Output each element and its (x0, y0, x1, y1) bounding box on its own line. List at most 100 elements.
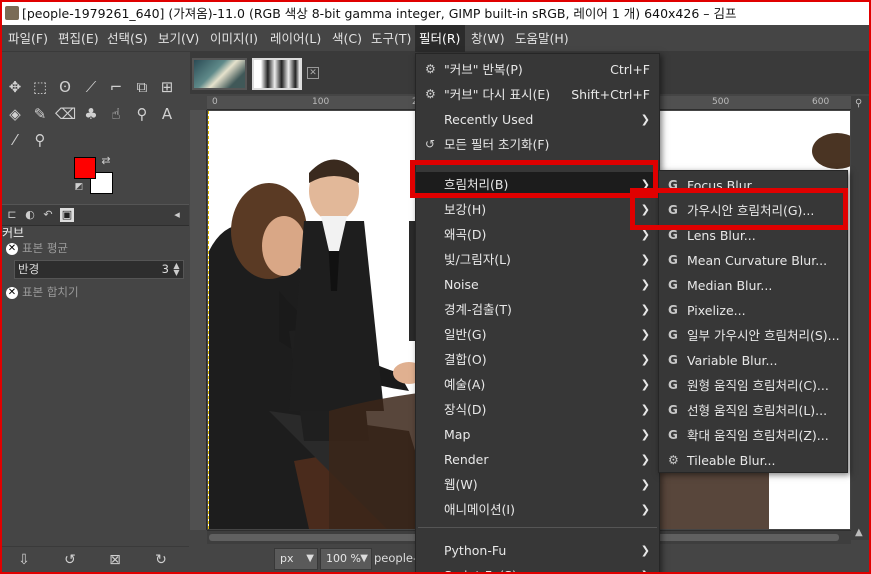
web-menu[interactable]: 웹(W) ❯ (416, 472, 659, 497)
image-tab-people[interactable] (252, 58, 302, 90)
ruler-label: 500 (712, 97, 730, 107)
gaussian-blur-item[interactable]: G 가우시안 흐림처리(G)... (659, 198, 847, 223)
default-colors-icon[interactable]: ◩ (73, 181, 85, 193)
menu-colors[interactable]: 색(C) (328, 25, 366, 52)
enhance-menu[interactable]: 보강(H) ❯ (416, 197, 659, 222)
images-tab-icon[interactable]: ▣ (60, 208, 74, 222)
image-tab-daisy[interactable] (192, 58, 247, 90)
radius-label: 반경 (18, 262, 40, 276)
gegl-icon: G (668, 353, 678, 367)
lasso-icon[interactable]: ʘ (55, 77, 75, 97)
chevron-right-icon: ❯ (640, 253, 650, 266)
zoom-select[interactable]: 100 % ▼ (320, 548, 372, 570)
zoom-icon[interactable]: ⚲ (30, 130, 50, 150)
spin-arrows-icon[interactable]: ▲ ▼ (171, 262, 182, 277)
median-blur-item[interactable]: G Median Blur... (659, 273, 847, 298)
blur-menu[interactable]: 흐림처리(B) ❯ (416, 172, 659, 197)
rect-select-icon[interactable]: ⬚ (30, 77, 50, 97)
reset-all-filters[interactable]: ↺ 모든 필터 초기화(F) (416, 132, 659, 157)
generic-menu[interactable]: 일반(G) ❯ (416, 322, 659, 347)
swap-colors-icon[interactable]: ⇄ (99, 154, 113, 168)
repeat-last-filter[interactable]: ⚙ "커브" 반복(P) Ctrl+F (416, 57, 659, 82)
chevron-right-icon: ❯ (640, 353, 650, 366)
ruler-label: 0 (212, 97, 218, 107)
menu-filters[interactable]: 필터(R) (415, 25, 465, 52)
dock-menu-icon[interactable]: ◂ (170, 208, 184, 222)
close-tab-icon[interactable]: ✕ (307, 67, 319, 79)
render-menu[interactable]: Render ❯ (416, 447, 659, 472)
light-shadow-menu[interactable]: 빛/그림자(L) ❯ (416, 247, 659, 272)
dock-tabs: ⊏ ◐ ↶ ▣ ◂ (2, 204, 189, 226)
clone-icon[interactable]: ♣ (81, 104, 101, 124)
paths-icon[interactable]: ⚲ (132, 104, 152, 124)
tool-options-tab-icon[interactable]: ⊏ (5, 208, 19, 222)
radius-spinbox[interactable]: 반경 3 ▲ ▼ (14, 260, 184, 279)
sample-merged-option[interactable]: ✕ 표본 합치기 (2, 284, 79, 300)
menu-file[interactable]: 파일(F) (4, 25, 52, 52)
gimp-window: [people-1979261_640] (가져옴)-11.0 (RGB 색상 … (0, 0, 871, 574)
decor-menu[interactable]: 장식(D) ❯ (416, 397, 659, 422)
edge-detect-menu[interactable]: 경계-검출(T) ❯ (416, 297, 659, 322)
gegl-icon: G (668, 403, 678, 417)
crop-icon[interactable]: ⌐ (106, 77, 126, 97)
chevron-right-icon: ❯ (640, 503, 650, 516)
menu-edit[interactable]: 편집(E) (54, 25, 103, 52)
menu-windows[interactable]: 창(W) (467, 25, 509, 52)
variable-blur-item[interactable]: G Variable Blur... (659, 348, 847, 373)
zoom-motion-blur-item[interactable]: G 확대 움직임 흐림처리(Z)... (659, 423, 847, 448)
unit-select[interactable]: px ▼ (274, 548, 318, 570)
menu-help[interactable]: 도움말(H) (511, 25, 573, 52)
sample-average-option[interactable]: ✕ 표본 평균 (2, 240, 68, 256)
lens-blur-item[interactable]: G Lens Blur... (659, 223, 847, 248)
menu-layer[interactable]: 레이어(L) (266, 25, 325, 52)
artistic-menu[interactable]: 예술(A) ❯ (416, 372, 659, 397)
text-tool-icon[interactable]: A (157, 104, 177, 124)
combine-menu[interactable]: 결합(O) ❯ (416, 347, 659, 372)
distorts-menu[interactable]: 왜곡(D) ❯ (416, 222, 659, 247)
tileable-blur-item[interactable]: ⚙ Tileable Blur... (659, 448, 847, 473)
undo-history-tab-icon[interactable]: ↶ (41, 208, 55, 222)
reset-icon: ↺ (425, 137, 436, 151)
vertical-scrollbar[interactable]: ⚲ ▲ (851, 96, 869, 540)
linear-motion-blur-item[interactable]: G 선형 움직임 흐림처리(L)... (659, 398, 847, 423)
restore-options-icon[interactable]: ↺ (61, 551, 79, 569)
warp-transform-icon[interactable]: ⊞ (157, 77, 177, 97)
menu-image[interactable]: 이미지(I) (206, 25, 262, 52)
gegl-icon: G (668, 253, 678, 267)
noise-menu[interactable]: Noise ❯ (416, 272, 659, 297)
unified-transform-icon[interactable]: ⧉ (132, 77, 152, 97)
recently-used-menu[interactable]: Recently Used ❯ (416, 107, 659, 132)
paintbrush-icon[interactable]: ✎ (30, 104, 50, 124)
script-fu-menu[interactable]: Script-Fu(S)❯ (416, 563, 659, 572)
bucket-fill-icon[interactable]: ◈ (5, 104, 25, 124)
focus-blur-item[interactable]: G Focus Blur (659, 173, 847, 198)
window-title: [people-1979261_640] (가져옴)-11.0 (RGB 색상 … (22, 6, 737, 21)
python-fu-menu[interactable]: Python-Fu ❯ (416, 538, 659, 563)
smudge-icon[interactable]: ☝ (106, 104, 126, 124)
blur-submenu: G Focus Blur G 가우시안 흐림처리(G)... G Lens Blur.… (658, 170, 848, 473)
navigate-icon[interactable]: ▲ (855, 528, 865, 538)
zoom-to-fit-icon[interactable]: ⚲ (855, 99, 865, 109)
color-picker-icon[interactable]: ⁄ (5, 130, 25, 150)
fuzzy-select-icon[interactable]: ⟋ (81, 77, 101, 97)
reset-options-icon[interactable]: ↻ (152, 551, 170, 569)
map-menu[interactable]: Map ❯ (416, 422, 659, 447)
delete-options-icon[interactable]: ⊠ (106, 551, 124, 569)
mean-curvature-blur-item[interactable]: G Mean Curvature Blur... (659, 248, 847, 273)
chevron-right-icon: ❯ (640, 113, 650, 126)
circular-motion-blur-item[interactable]: G 원형 움직임 흐림처리(C)... (659, 373, 847, 398)
menu-view[interactable]: 보기(V) (154, 25, 203, 52)
eraser-icon[interactable]: ⌫ (55, 104, 76, 124)
selective-gaussian-blur-item[interactable]: G 일부 가우시안 흐림처리(S)... (659, 323, 847, 348)
foreground-color[interactable] (74, 157, 96, 179)
chevron-right-icon: ❯ (640, 453, 650, 466)
move-tool-icon[interactable]: ✥ (5, 77, 25, 97)
menu-select[interactable]: 선택(S) (103, 25, 152, 52)
device-status-tab-icon[interactable]: ◐ (23, 208, 37, 222)
pixelize-item[interactable]: G Pixelize... (659, 298, 847, 323)
vertical-ruler (190, 110, 207, 530)
reshow-last-filter[interactable]: ⚙ "커브" 다시 표시(E) Shift+Ctrl+F (416, 82, 659, 107)
menu-tools[interactable]: 도구(T) (367, 25, 415, 52)
save-options-icon[interactable]: ⇩ (15, 551, 33, 569)
animation-menu[interactable]: 애니메이션(I) ❯ (416, 497, 659, 522)
